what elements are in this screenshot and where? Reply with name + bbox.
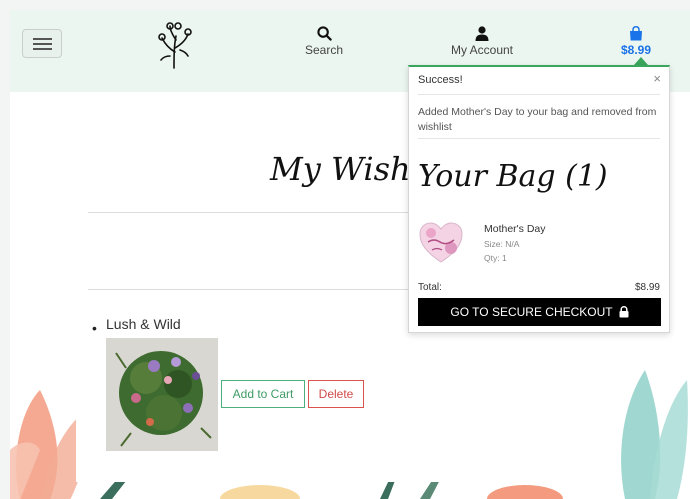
nav-search-label: Search (304, 43, 344, 57)
close-icon[interactable]: × (653, 71, 661, 86)
delete-button[interactable]: Delete (308, 380, 364, 408)
add-to-cart-button[interactable]: Add to Cart (221, 380, 305, 408)
toast-arrow (634, 57, 648, 65)
menu-bar-icon (33, 48, 52, 50)
checkout-button[interactable]: GO TO SECURE CHECKOUT (418, 298, 661, 326)
bag-item-name: Mother's Day (484, 223, 546, 235)
wishlist-item-name[interactable]: Lush & Wild (106, 316, 181, 332)
flower-logo-icon[interactable] (156, 20, 196, 70)
menu-bar-icon (33, 43, 52, 45)
toast-heading: Success! (418, 74, 463, 86)
divider (418, 94, 660, 95)
toast-message: Added Mother's Day to your bag and remov… (418, 106, 657, 133)
nav-account[interactable]: My Account (442, 26, 522, 57)
checkout-label: GO TO SECURE CHECKOUT (450, 305, 613, 319)
flower-decoration-right (621, 370, 688, 499)
list-bullet: • (92, 320, 97, 336)
menu-bar-icon (33, 38, 52, 40)
page: Search My Account $8.99 My Wishlis • Lus… (10, 10, 690, 499)
nav-bag[interactable]: $8.99 (616, 26, 656, 57)
lock-icon (619, 306, 629, 318)
bag-item-qty: Qty: 1 (484, 253, 507, 263)
bag-title: Your Bag (1) (418, 159, 608, 194)
shopping-bag-icon (630, 26, 642, 41)
search-icon (316, 26, 332, 41)
user-icon (475, 26, 489, 41)
nav-account-label: My Account (450, 43, 514, 57)
bag-item-size: Size: N/A (484, 239, 520, 249)
nav-search[interactable]: Search (302, 26, 346, 57)
bag-toast: Success! × Added Mother's Day to your ba… (408, 65, 670, 333)
bag-total-label: Total: (418, 282, 442, 293)
bag-item-image (419, 222, 463, 263)
menu-toggle-button[interactable] (22, 29, 62, 58)
bag-total-value: $8.99 (634, 282, 660, 293)
bag-total: $8.99 (620, 43, 652, 57)
product-image[interactable] (106, 338, 218, 451)
divider (418, 138, 660, 139)
